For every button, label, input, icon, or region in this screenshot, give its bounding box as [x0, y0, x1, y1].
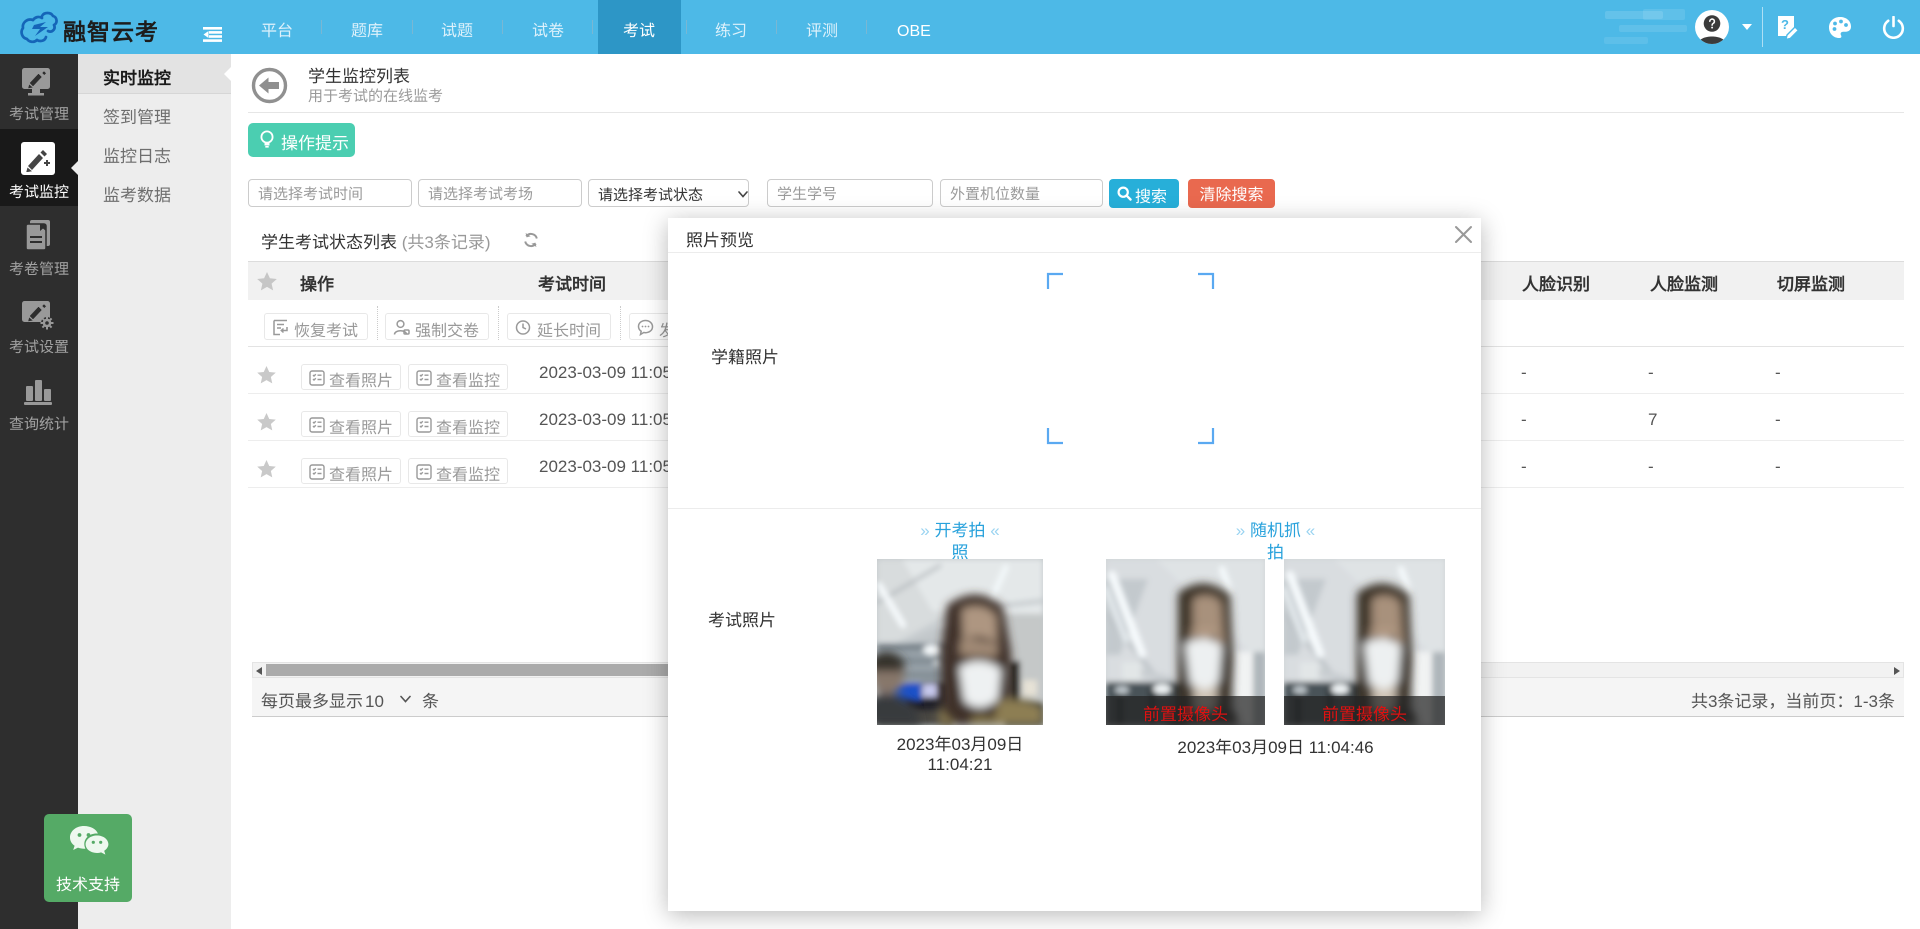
svg-text:?: ?	[1781, 16, 1789, 33]
